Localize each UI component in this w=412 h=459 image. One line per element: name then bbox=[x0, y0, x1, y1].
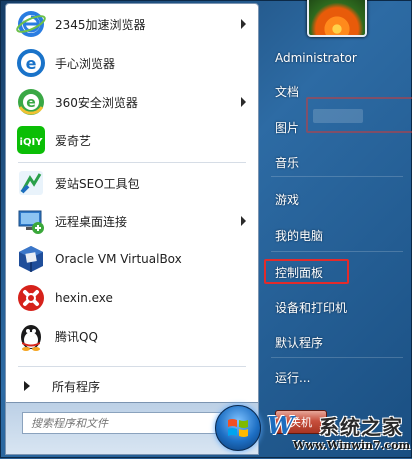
list-divider bbox=[18, 366, 246, 367]
svg-text:e: e bbox=[26, 54, 37, 73]
user-avatar[interactable] bbox=[307, 0, 367, 37]
program-list: 2345加速浏览器 e 手心浏览器 e 360安全浏览器 iQIY 爱奇艺 爱站… bbox=[5, 3, 259, 403]
program-item-iqiyi[interactable]: iQIY 爱奇艺 bbox=[8, 122, 256, 158]
shouxin-browser-icon: e bbox=[15, 47, 47, 79]
program-item-remote-desktop[interactable]: 远程桌面连接 bbox=[8, 203, 256, 239]
menu-item-games[interactable]: 游戏 bbox=[265, 184, 405, 214]
program-item-shouxin-browser[interactable]: e 手心浏览器 bbox=[8, 45, 256, 81]
menu-divider bbox=[271, 357, 403, 358]
program-label: 360安全浏览器 bbox=[55, 95, 138, 110]
start-menu: 2345加速浏览器 e 手心浏览器 e 360安全浏览器 iQIY 爱奇艺 爱站… bbox=[0, 0, 412, 458]
all-programs-button[interactable]: 所有程序 bbox=[8, 373, 256, 399]
menu-item-run[interactable]: 运行... bbox=[265, 362, 405, 392]
submenu-arrow-icon[interactable] bbox=[241, 97, 246, 107]
menu-item-documents[interactable]: 文档 bbox=[265, 76, 405, 106]
program-item-360-browser[interactable]: e 360安全浏览器 bbox=[8, 84, 256, 120]
program-item-2345-browser[interactable]: 2345加速浏览器 bbox=[8, 6, 256, 42]
hexin-icon bbox=[15, 282, 47, 314]
qq-penguin-icon bbox=[15, 320, 47, 352]
menu-divider bbox=[271, 176, 403, 177]
watermark-logo: W bbox=[267, 411, 294, 440]
svg-text:e: e bbox=[26, 95, 36, 111]
program-label: 爱站SEO工具包 bbox=[55, 176, 140, 191]
watermark-site-name: 系统之家 bbox=[319, 415, 403, 439]
program-label: 腾讯QQ bbox=[55, 329, 98, 344]
remote-desktop-icon bbox=[15, 205, 47, 237]
list-divider bbox=[18, 162, 246, 163]
menu-item-my-computer[interactable]: 我的电脑 bbox=[265, 220, 405, 250]
search-input[interactable] bbox=[29, 415, 233, 431]
360-browser-icon: e bbox=[15, 86, 47, 118]
program-label: hexin.exe bbox=[55, 291, 113, 305]
aizhan-seo-icon bbox=[15, 167, 47, 199]
menu-item-devices-printers[interactable]: 设备和打印机 bbox=[265, 292, 405, 322]
program-label: Oracle VM VirtualBox bbox=[55, 252, 182, 266]
windows-logo-icon bbox=[228, 419, 248, 437]
program-label: 远程桌面连接 bbox=[55, 214, 128, 229]
svg-text:iQIY: iQIY bbox=[20, 137, 44, 148]
site-watermark: W 系统之家 Www.Winwin7.com bbox=[259, 405, 412, 459]
program-item-virtualbox[interactable]: Oracle VM VirtualBox bbox=[8, 241, 256, 277]
user-name-item[interactable]: Administrator bbox=[265, 43, 405, 73]
2345-browser-icon bbox=[15, 8, 47, 40]
iqiyi-icon: iQIY bbox=[15, 124, 47, 156]
program-item-qq[interactable]: 腾讯QQ bbox=[8, 318, 256, 354]
menu-divider bbox=[271, 251, 403, 252]
start-orb-button[interactable] bbox=[215, 405, 261, 451]
virtualbox-icon bbox=[15, 243, 47, 275]
program-item-hexin[interactable]: hexin.exe bbox=[8, 280, 256, 316]
all-programs-label: 所有程序 bbox=[52, 379, 101, 394]
triangle-right-icon bbox=[24, 381, 30, 391]
menu-item-music[interactable]: 音乐 bbox=[265, 147, 405, 177]
program-item-aizhan-seo[interactable]: 爱站SEO工具包 bbox=[8, 165, 256, 201]
control-panel-highlight-box bbox=[264, 259, 349, 284]
menu-item-pictures[interactable]: 图片 bbox=[265, 112, 405, 142]
program-label: 爱奇艺 bbox=[55, 133, 92, 148]
watermark-url: Www.Winwin7.com bbox=[293, 439, 411, 452]
submenu-arrow-icon[interactable] bbox=[241, 216, 246, 226]
program-label: 2345加速浏览器 bbox=[55, 17, 146, 32]
submenu-arrow-icon[interactable] bbox=[241, 19, 246, 29]
program-label: 手心浏览器 bbox=[55, 56, 116, 71]
menu-item-default-programs[interactable]: 默认程序 bbox=[265, 327, 405, 357]
